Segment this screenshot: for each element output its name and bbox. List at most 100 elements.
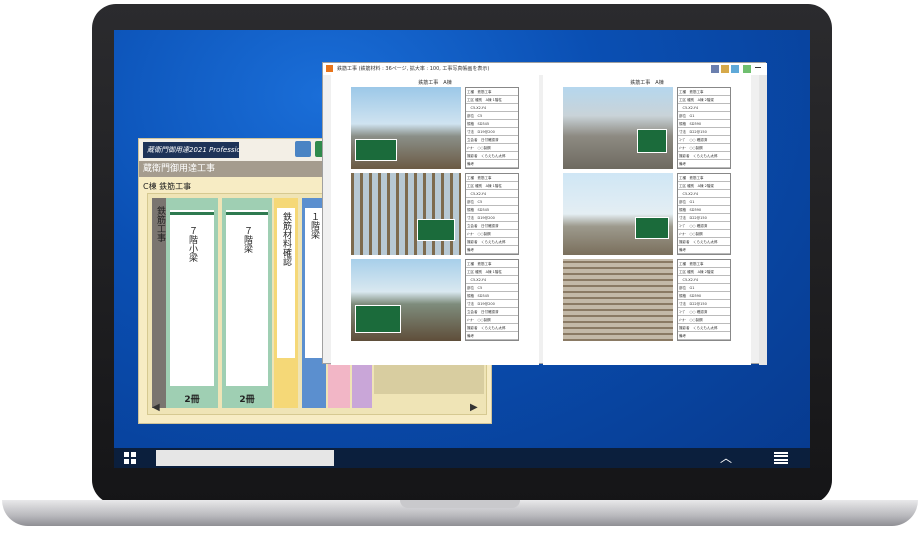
- info-row: 工種 鉄筋工事: [466, 88, 518, 96]
- print-preview-window: 鉄筋工事 (鉄筋材料 : 36ページ, 拡大率 : 100, 工事写真帳画を表示…: [322, 62, 767, 365]
- info-row: 寸法 D22@150: [678, 128, 730, 136]
- info-row: 工種 鉄筋工事: [678, 174, 730, 182]
- photo-info-table: 工種 鉄筋工事 工区 種別 A棟 1階柱 C5-X2-Y4 部位 C5 規格 SD34…: [465, 87, 519, 169]
- save-icon[interactable]: [731, 65, 739, 73]
- info-row: C5-X2-Y4: [678, 104, 730, 112]
- info-row: 工種 鉄筋工事: [466, 174, 518, 182]
- info-row: 規格 SD345: [466, 206, 518, 214]
- home-button[interactable]: [295, 141, 311, 157]
- app-logo: 蔵衛門御用達2021 Professional: [143, 142, 239, 158]
- info-row: 工種 鉄筋工事: [678, 88, 730, 96]
- photo-board: [417, 219, 455, 241]
- info-row: 部位 C5: [466, 198, 518, 206]
- photo-board: [355, 305, 401, 333]
- chevron-up-icon[interactable]: ︿: [720, 452, 732, 464]
- windows-start-icon[interactable]: [124, 452, 136, 464]
- binder-label: ７階小梁: [187, 226, 197, 262]
- minimize-icon[interactable]: [755, 67, 761, 68]
- binder-label: 鉄筋材料確認: [281, 212, 291, 266]
- binder-count: 2冊: [184, 395, 200, 405]
- info-row: 工区 種別 A棟 2階梁: [678, 96, 730, 104]
- info-row: 備考: [678, 332, 730, 340]
- spine-stripe: [170, 212, 214, 215]
- info-row: 撮影者 くらえもん太郎: [678, 238, 730, 246]
- breadcrumb: C棟 鉄筋工事: [143, 182, 192, 191]
- info-row: 寸法 D22@150: [678, 214, 730, 222]
- info-row: 規格 SD390: [678, 206, 730, 214]
- info-row: C5-X2-Y4: [466, 276, 518, 284]
- construction-photo: [351, 259, 461, 341]
- desktop-screen: 蔵衛門御用達2021 Professional 蔵衛門御用達工事 C棟 鉄筋工事…: [114, 30, 810, 468]
- info-row: C5-X2-Y4: [466, 190, 518, 198]
- info-row: 工種 鉄筋工事: [466, 260, 518, 268]
- info-row: 規格 SD390: [678, 120, 730, 128]
- construction-photo: [563, 173, 673, 255]
- info-row: 撮影者 くらえもん太郎: [466, 152, 518, 160]
- construction-photo: [563, 87, 673, 169]
- info-row: ﾒｰｶｰ ○○製鋼: [678, 316, 730, 324]
- info-row: 工区 種別 A棟 1階柱: [466, 182, 518, 190]
- info-row: 規格 SD345: [466, 292, 518, 300]
- info-row: ﾒｰｶｰ ○○製鋼: [466, 316, 518, 324]
- info-row: ｺｰﾌﾟ ○○ 確認済: [678, 136, 730, 144]
- construction-photo: [563, 259, 673, 341]
- info-row: ﾒｰｶｰ ○○製鋼: [466, 144, 518, 152]
- info-row: 立会者 日付確認済: [466, 308, 518, 316]
- photo-info-table: 工種 鉄筋工事 工区 種別 A棟 1階柱 C5-X2-Y4 部位 C5 規格 SD34…: [465, 173, 519, 255]
- info-row: 部位 C5: [466, 112, 518, 120]
- construction-photo: [351, 173, 461, 255]
- preview-page-left: 鉄筋工事 A棟 工種 鉄筋工事 工区 種別 A棟 1階柱 C5-X2-Y4 部位 C…: [331, 75, 539, 365]
- scroll-right-icon[interactable]: ▶: [470, 402, 478, 413]
- info-row: 立会者 日付確認済: [466, 136, 518, 144]
- info-row: 規格 SD390: [678, 292, 730, 300]
- info-row: 立会者 日付確認済: [466, 222, 518, 230]
- info-row: ﾒｰｶｰ ○○製鋼: [678, 230, 730, 238]
- photo-info-table: 工種 鉄筋工事 工区 種別 A棟 2階梁 C5-X2-Y4 部位 G1 規格 SD39…: [677, 173, 731, 255]
- info-row: ﾒｰｶｰ ○○製鋼: [466, 230, 518, 238]
- info-row: ｺｰﾌﾟ ○○ 確認済: [678, 308, 730, 316]
- info-row: 撮影者 くらえもん太郎: [466, 324, 518, 332]
- info-row: 撮影者 くらえもん太郎: [678, 324, 730, 332]
- page-heading: 鉄筋工事 A棟: [418, 80, 452, 86]
- info-row: ﾒｰｶｰ ○○製鋼: [678, 144, 730, 152]
- info-row: C5-X2-Y4: [466, 104, 518, 112]
- info-row: ｺｰﾌﾟ ○○ 確認済: [678, 222, 730, 230]
- app-icon: [326, 65, 333, 72]
- info-row: 備考: [466, 332, 518, 340]
- info-row: 寸法 D22@150: [678, 300, 730, 308]
- laptop-notch: [400, 500, 520, 508]
- info-row: 部位 G1: [678, 198, 730, 206]
- preview-page-right: 鉄筋工事 A棟 工種 鉄筋工事 工区 種別 A棟 2階梁 C5-X2-Y4 部位 G…: [543, 75, 751, 365]
- close-icon[interactable]: [743, 65, 751, 73]
- info-row: 部位 G1: [678, 112, 730, 120]
- info-row: 寸法 D19@200: [466, 214, 518, 222]
- viewer-titlebar: 鉄筋工事 (鉄筋材料 : 36ページ, 拡大率 : 100, 工事写真帳画を表示…: [323, 63, 767, 75]
- info-row: 備考: [678, 160, 730, 168]
- photo-info-table: 工種 鉄筋工事 工区 種別 A棟 2階梁 C5-X2-Y4 部位 G1 規格 SD39…: [677, 259, 731, 341]
- scroll-left-icon[interactable]: ◀: [152, 402, 160, 413]
- photo-board: [635, 217, 669, 239]
- info-row: 寸法 D19@200: [466, 300, 518, 308]
- info-row: 部位 G1: [678, 284, 730, 292]
- info-row: 工種 鉄筋工事: [678, 260, 730, 268]
- info-row: 撮影者 くらえもん太郎: [466, 238, 518, 246]
- page-heading: 鉄筋工事 A棟: [630, 80, 664, 86]
- info-row: 備考: [466, 160, 518, 168]
- info-row: 部位 C5: [466, 284, 518, 292]
- info-row: 備考: [678, 246, 730, 254]
- info-row: 撮影者 くらえもん太郎: [678, 152, 730, 160]
- photo-info-table: 工種 鉄筋工事 工区 種別 A棟 1階柱 C5-X2-Y4 部位 C5 規格 SD34…: [465, 259, 519, 341]
- info-row: 寸法 D19@200: [466, 128, 518, 136]
- photo-board: [637, 129, 667, 153]
- viewer-scrollbar[interactable]: [759, 75, 767, 365]
- print-icon[interactable]: [711, 65, 719, 73]
- zoom-icon[interactable]: [721, 65, 729, 73]
- binder-label: ７階梁: [242, 226, 252, 253]
- taskbar-search-box[interactable]: [156, 450, 334, 466]
- info-row: 工区 種別 A棟 1階柱: [466, 268, 518, 276]
- notification-icon[interactable]: [774, 452, 788, 464]
- info-row: 工区 種別 A棟 1階柱: [466, 96, 518, 104]
- construction-photo: [351, 87, 461, 169]
- info-row: C5-X2-Y4: [678, 276, 730, 284]
- info-row: 備考: [466, 246, 518, 254]
